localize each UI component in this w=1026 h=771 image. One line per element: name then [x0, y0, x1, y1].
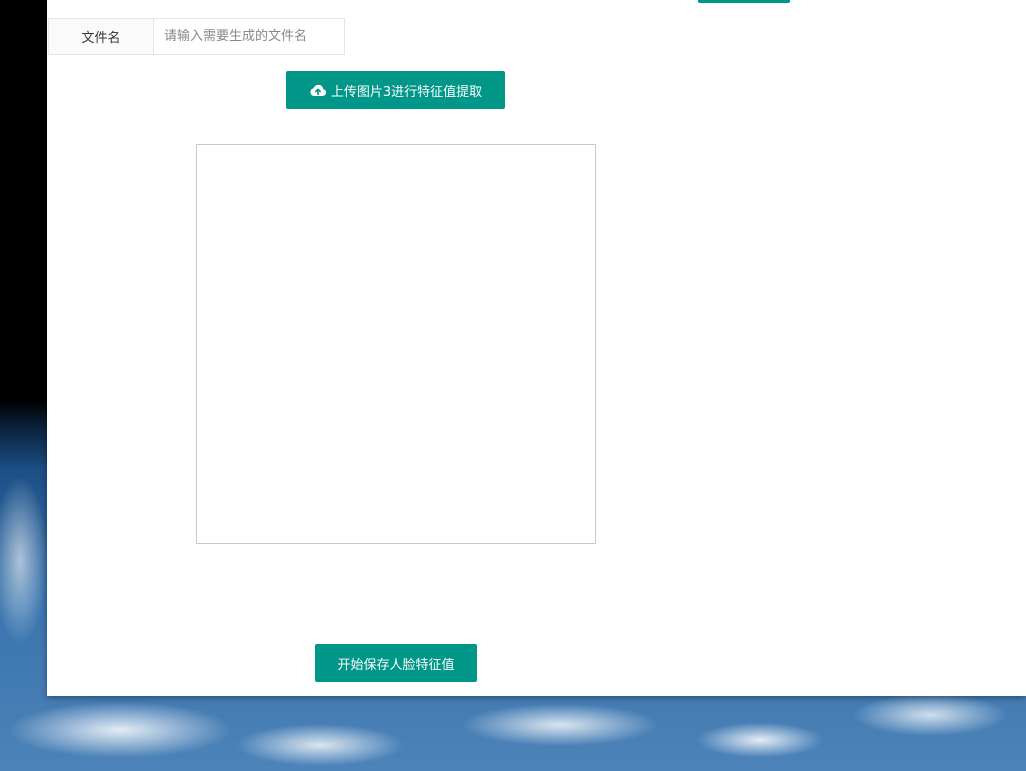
- save-face-features-button[interactable]: 开始保存人脸特征值: [315, 644, 477, 682]
- upload-image-button[interactable]: 上传图片3进行特征值提取: [286, 71, 505, 109]
- upload-button-label: 上传图片3进行特征值提取: [330, 84, 483, 100]
- top-button-partial[interactable]: [698, 0, 790, 3]
- cloud-upload-icon: [309, 83, 327, 97]
- filename-form-row: 文件名: [48, 18, 345, 55]
- filename-label: 文件名: [49, 19, 154, 54]
- image-preview-box: [196, 144, 596, 544]
- filename-input[interactable]: [154, 19, 344, 54]
- app-window: 文件名 上传图片3进行特征值提取 开始保存人脸特征值: [47, 0, 1026, 696]
